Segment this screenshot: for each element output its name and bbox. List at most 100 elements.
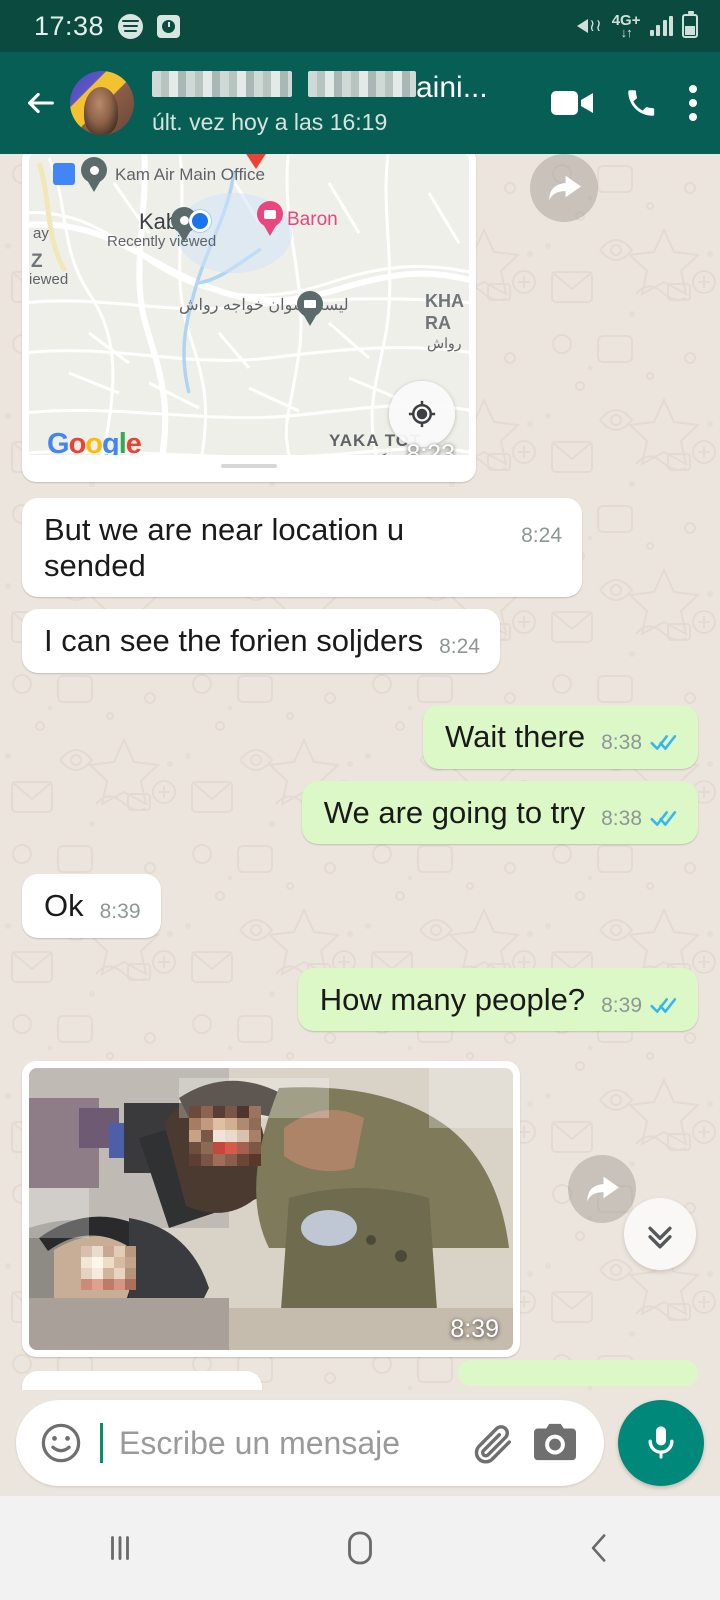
system-navigation-bar [0, 1496, 720, 1600]
message-timestamp: 8:39 [99, 900, 141, 924]
message-row[interactable]: But we are near location u sended 8:24 [0, 498, 720, 598]
redacted-name-part-2 [308, 70, 416, 97]
voice-call-icon[interactable] [624, 86, 658, 120]
map-label-recently-viewed: Recently viewed [107, 233, 217, 250]
back-arrow-icon[interactable] [14, 76, 68, 130]
status-bar: 17:38 ≀≀ 4G+ ↓↑ [0, 0, 720, 52]
photo-content [29, 1068, 513, 1351]
header-actions [550, 84, 698, 122]
message-text: How many people? [319, 981, 586, 1017]
map-label-rawash: رواش [427, 335, 462, 351]
search-input[interactable]: Escribe un mensaje [119, 1425, 454, 1462]
partial-outgoing-bubble [458, 1360, 698, 1386]
message-meta: 8:24 [439, 635, 480, 659]
network-type-icon: 4G+ ↓↑ [611, 12, 641, 40]
message-bubble-incoming[interactable]: Ok 8:39 [22, 874, 161, 938]
message-bubble-outgoing[interactable]: How many people? 8:39 [297, 967, 698, 1032]
map-transit-badge-icon [53, 163, 75, 185]
signal-icon [649, 16, 673, 36]
map-label-school: ليسه نسوان خواجه رواش [179, 297, 349, 314]
contact-name-suffix: aini... [416, 70, 488, 104]
home-icon[interactable] [300, 1496, 420, 1600]
map-drag-handle [29, 455, 469, 475]
message-row[interactable]: Ok 8:39 [0, 874, 720, 938]
message-bubble-outgoing[interactable]: Wait there 8:38 [423, 704, 698, 769]
image-preview[interactable]: 8:39 [29, 1068, 513, 1351]
message-row-location[interactable]: Kam Air Main Office Kabul Recently viewe… [0, 154, 720, 482]
message-bubble-incoming[interactable]: This is me 8:39 [22, 1371, 263, 1390]
message-text: But we are near location u sended [44, 512, 405, 583]
camera-icon[interactable] [532, 1422, 578, 1464]
read-receipt-icon [650, 811, 677, 826]
message-text: Ok [44, 888, 84, 924]
spotify-icon [118, 13, 144, 39]
app-header: aini... últ. vez hoy a las 16:19 [0, 52, 720, 154]
last-seen-status: últ. vez hoy a las 16:19 [152, 108, 388, 135]
message-timestamp: 8:39 [601, 993, 642, 1017]
map-label-baron: Baron [287, 209, 338, 230]
map-current-location-dot [189, 210, 211, 232]
recents-icon[interactable] [60, 1496, 180, 1600]
message-meta: 8:39 [601, 994, 678, 1018]
message-text: I can see the forien soljders [44, 623, 424, 659]
battery-icon [682, 11, 698, 38]
message-meta: 8:38 [601, 807, 678, 831]
map-marker-baron [257, 201, 283, 236]
message-bubble-incoming[interactable]: I can see the forien soljders 8:24 [22, 609, 500, 673]
image-bubble[interactable]: 8:39 [22, 1061, 520, 1358]
message-bubble-incoming[interactable]: But we are near location u sended 8:24 [22, 498, 582, 598]
location-map-preview[interactable]: Kam Air Main Office Kabul Recently viewe… [29, 154, 469, 475]
chat-message-list[interactable]: Kam Air Main Office Kabul Recently viewe… [0, 154, 720, 1390]
emoji-smiley-icon[interactable] [38, 1420, 84, 1466]
redacted-name-part-1 [152, 70, 292, 97]
avatar[interactable] [70, 71, 134, 135]
message-timestamp: 8:38 [601, 806, 642, 830]
message-timestamp: 8:24 [521, 524, 562, 547]
map-label-z: Z [31, 251, 43, 272]
map-label-iewed: iewed [29, 271, 69, 288]
map-marker-school [297, 291, 323, 326]
message-text: Wait there [445, 718, 586, 754]
map-label-ra: RA [425, 313, 451, 333]
map-label-ay: ay [33, 225, 49, 242]
contact-info[interactable]: aini... últ. vez hoy a las 16:19 [152, 70, 536, 136]
chevron-double-down-icon[interactable] [624, 1198, 696, 1270]
alarm-icon [157, 14, 181, 38]
message-row[interactable]: We are going to try 8:38 [0, 780, 720, 845]
map-label-kha: KHA [425, 291, 464, 311]
message-row-image[interactable]: 8:39 [0, 1061, 720, 1358]
overflow-menu-icon[interactable] [688, 84, 698, 122]
video-call-icon[interactable] [550, 87, 594, 119]
microphone-icon[interactable] [618, 1400, 704, 1486]
text-cursor [100, 1423, 103, 1463]
back-chevron-icon[interactable] [540, 1496, 660, 1600]
message-meta: 8:39 [100, 900, 141, 924]
compose-field-container[interactable]: Escribe un mensaje [16, 1400, 604, 1486]
location-bubble[interactable]: Kam Air Main Office Kabul Recently viewe… [22, 154, 476, 482]
read-receipt-icon [650, 998, 677, 1014]
read-receipt-icon [650, 735, 677, 751]
message-text: We are going to try [323, 794, 586, 830]
map-marker-kam-air [81, 157, 107, 192]
message-timestamp: 8:39 [450, 1315, 499, 1344]
message-meta: 8:38 [601, 731, 678, 755]
message-timestamp: 8:38 [601, 730, 642, 754]
message-bubble-outgoing[interactable]: We are going to try 8:38 [301, 780, 698, 845]
forward-message-icon[interactable] [530, 154, 598, 222]
message-timestamp: 8:24 [439, 635, 480, 659]
whatsapp-chat-screen: 17:38 ≀≀ 4G+ ↓↑ aini... últ. vez hoy a l… [0, 0, 720, 1600]
forward-message-icon[interactable] [568, 1155, 636, 1224]
message-row[interactable]: Wait there 8:38 [0, 704, 720, 769]
paperclip-icon[interactable] [470, 1420, 516, 1466]
recenter-crosshair-icon[interactable] [389, 381, 455, 447]
map-marker-destination [239, 154, 273, 169]
message-row[interactable]: How many people? 8:39 [0, 967, 720, 1032]
mute-vibrate-icon: ≀≀ [576, 15, 603, 37]
message-input-bar: Escribe un mensaje [0, 1390, 720, 1496]
status-bar-clock: 17:38 [34, 10, 105, 41]
message-meta: 8:24 [521, 524, 562, 548]
status-bar-left: 17:38 [34, 10, 181, 42]
contact-name: aini... [152, 70, 536, 105]
status-bar-right: ≀≀ 4G+ ↓↑ [576, 11, 698, 40]
message-row[interactable]: I can see the forien soljders 8:24 [0, 609, 720, 673]
